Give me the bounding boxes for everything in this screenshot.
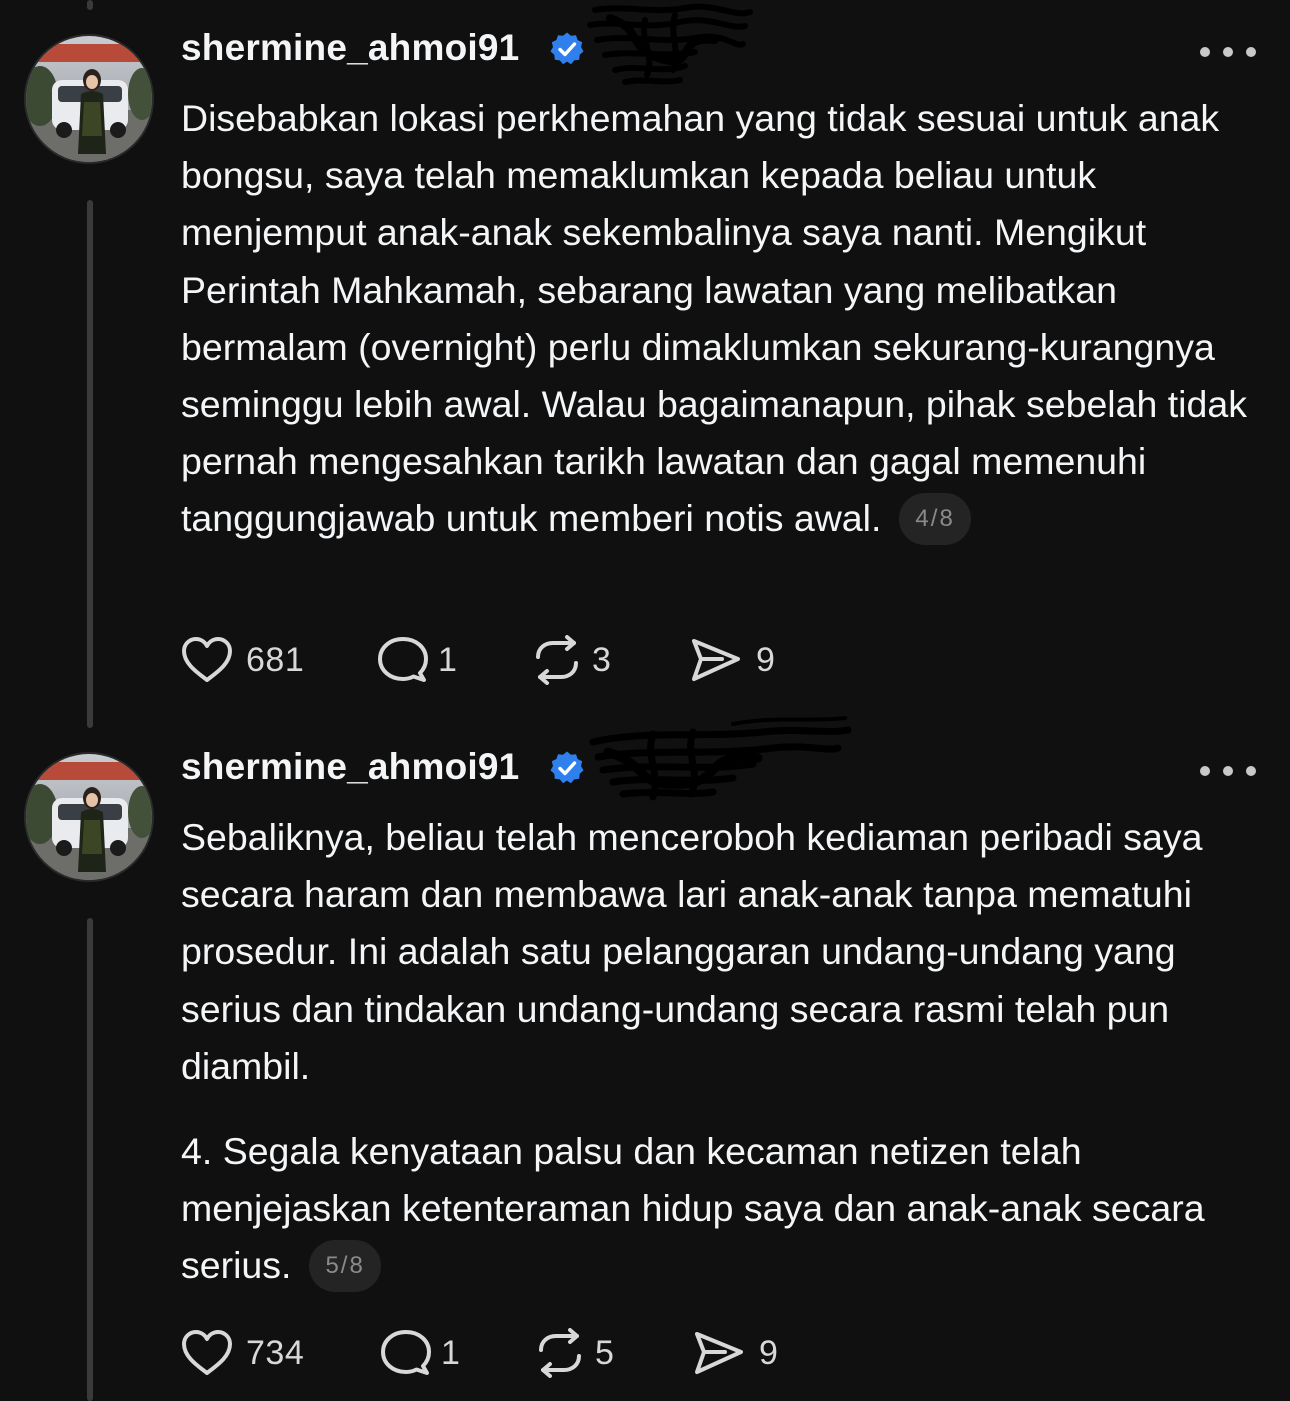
send-paper-plane-icon [695, 1332, 743, 1374]
avatar-image [26, 36, 152, 162]
verified-badge-icon [550, 751, 584, 784]
avatar[interactable] [24, 752, 154, 882]
post-paragraph: 4. Segala kenyataan palsu dan kecaman ne… [181, 1123, 1261, 1295]
thread-page-indicator: 5/8 [309, 1239, 381, 1292]
repost-arrows-icon [536, 635, 578, 685]
like-button[interactable]: 734 [180, 1328, 304, 1378]
like-count: 681 [246, 640, 305, 679]
comment-bubble-icon [378, 637, 428, 682]
reply-count: 1 [441, 1333, 461, 1372]
verified-badge-icon [550, 32, 584, 65]
share-button[interactable]: 9 [691, 1328, 778, 1378]
share-button[interactable]: 9 [688, 635, 775, 685]
repost-count: 3 [592, 640, 612, 679]
more-dot [1246, 766, 1256, 776]
reply-count: 1 [438, 640, 458, 679]
more-options-button[interactable] [1200, 42, 1256, 62]
post-paragraph: Disebabkan lokasi perkhemahan yang tidak… [181, 90, 1261, 548]
more-dot [1246, 47, 1256, 57]
more-dot [1223, 766, 1233, 776]
reply-button[interactable]: 1 [379, 1328, 460, 1378]
like-count: 734 [246, 1333, 305, 1372]
reply-button[interactable]: 1 [376, 635, 457, 685]
more-horizontal-icon [1200, 47, 1210, 57]
send-paper-plane-icon [692, 639, 740, 681]
thread-line-1 [87, 0, 93, 10]
comment-bubble-icon [381, 1330, 431, 1375]
thread-line-2 [87, 918, 93, 1401]
action-bar: 734 1 5 9 [180, 1328, 800, 1378]
more-dot [1223, 47, 1233, 57]
thread-page-indicator: 4/8 [899, 492, 971, 545]
more-horizontal-icon [1200, 766, 1210, 776]
like-button[interactable]: 681 [180, 635, 304, 685]
heart-icon [182, 637, 232, 682]
redaction-scribble [587, 3, 753, 85]
username[interactable]: shermine_ahmoi91 [181, 745, 519, 789]
avatar[interactable] [24, 34, 154, 164]
redaction-scribble [589, 716, 852, 801]
repost-button[interactable]: 3 [530, 635, 611, 685]
post-paragraph: Sebaliknya, beliau telah menceroboh kedi… [181, 809, 1261, 1095]
post-body: Sebaliknya, beliau telah menceroboh kedi… [181, 809, 1261, 1295]
post-text: Sebaliknya, beliau telah menceroboh kedi… [181, 816, 1203, 1087]
username[interactable]: shermine_ahmoi91 [181, 26, 519, 70]
heart-icon [182, 1330, 232, 1375]
share-count: 9 [759, 1333, 779, 1372]
thread-line-1b [87, 200, 93, 728]
post-text: Disebabkan lokasi perkhemahan yang tidak… [181, 97, 1247, 540]
avatar-image [26, 754, 152, 880]
repost-button[interactable]: 5 [533, 1328, 614, 1378]
post-body: Disebabkan lokasi perkhemahan yang tidak… [181, 90, 1261, 548]
repost-count: 5 [595, 1333, 615, 1372]
action-bar: 681 1 3 9 [180, 635, 800, 685]
more-options-button[interactable] [1200, 761, 1256, 781]
repost-arrows-icon [539, 1328, 581, 1378]
share-count: 9 [756, 640, 776, 679]
